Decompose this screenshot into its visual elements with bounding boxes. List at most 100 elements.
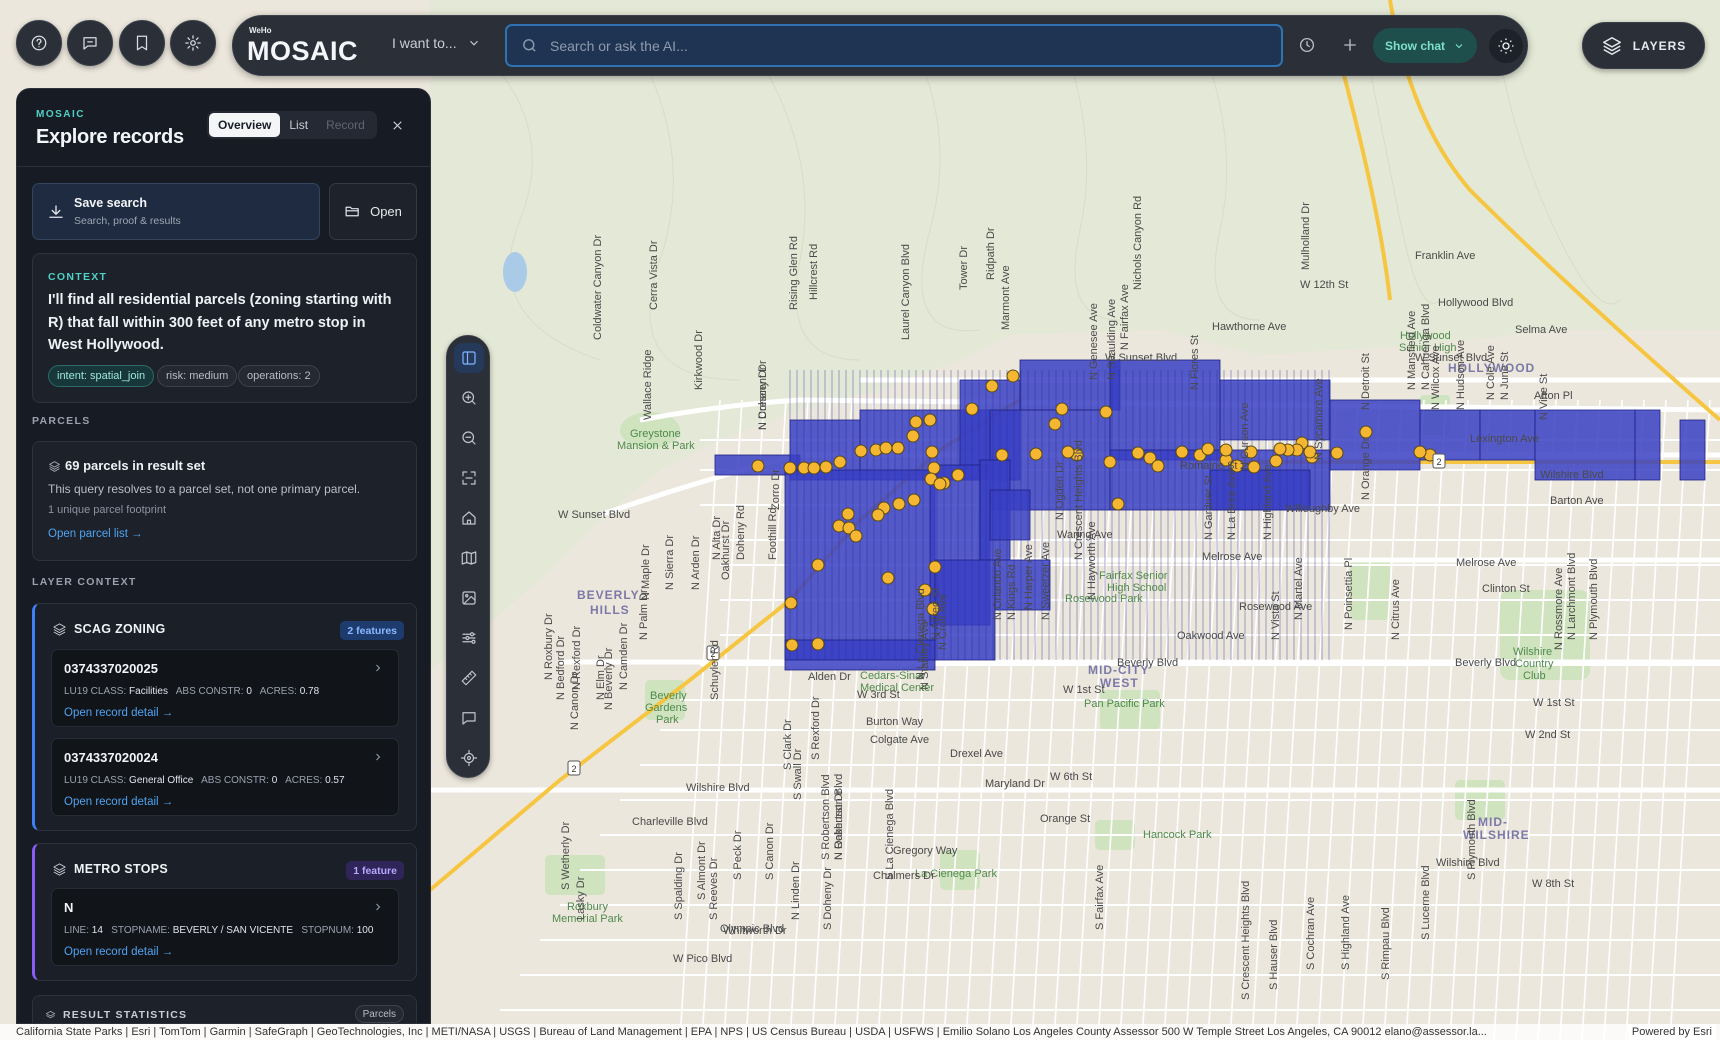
metro-stop-marker <box>1330 446 1344 460</box>
locate-tool[interactable] <box>454 743 484 773</box>
map-label-street: N June St <box>1499 351 1511 400</box>
filter-tool[interactable] <box>454 623 484 653</box>
map-attribution: California State Parks | Esri | TomTom |… <box>0 1024 1720 1040</box>
zoom-in-tool[interactable] <box>454 383 484 413</box>
metro-record[interactable]: N LINE: 14 STOPNAME: BEVERLY / SAN VICEN… <box>51 888 399 966</box>
map-label-street: W 1st St <box>1533 697 1575 709</box>
map-label-park: Roxbury <box>567 901 608 913</box>
zoning-record[interactable]: 0374337020025 LU19 CLASS: Facilities ABS… <box>51 649 399 727</box>
bookmark-icon <box>136 35 148 51</box>
bookmarks-button[interactable] <box>119 20 165 66</box>
help-button[interactable] <box>16 20 62 66</box>
map-label-street: N Spaulding Ave <box>1106 298 1118 380</box>
zoning-record[interactable]: 0374337020024 LU19 CLASS: General Office… <box>51 738 399 816</box>
sun-icon <box>1498 38 1514 54</box>
tab-list[interactable]: List <box>280 113 317 137</box>
metro-stop-marker <box>1099 405 1113 419</box>
open-label: Open <box>370 204 402 219</box>
metro-stops-card: METRO STOPS 1 feature N LINE: 14 STOPNAM… <box>32 843 417 981</box>
open-search-button[interactable]: Open <box>329 183 417 240</box>
parcels-count: 69 parcels in result set <box>65 458 206 473</box>
parcels-card: 69 parcels in result set This query reso… <box>32 441 417 561</box>
open-record-detail-link[interactable]: Open record detail → <box>64 796 173 808</box>
map-label-street: N La Brea Ave <box>1226 469 1238 540</box>
measure-tool[interactable] <box>454 663 484 693</box>
metro-stop-marker <box>871 508 885 522</box>
map-label-street: Tower Dr <box>958 245 970 290</box>
map-label-street: Laurel Canyon Blvd <box>900 243 912 340</box>
metro-stop-marker <box>854 444 868 458</box>
settings-button[interactable] <box>170 20 216 66</box>
tab-record[interactable]: Record <box>317 113 374 137</box>
imagery-tool[interactable] <box>454 583 484 613</box>
map-label-street: N Detroit St <box>1360 353 1372 410</box>
open-parcel-list-link[interactable]: Open parcel list → <box>48 528 143 540</box>
map-label-street: Rising Glen Rd <box>788 236 800 310</box>
result-statistics-section[interactable]: RESULT STATISTICS Parcels <box>32 995 417 1023</box>
map-label-street: N Sweetzer Ave <box>1040 541 1052 620</box>
metro-stop-marker <box>1273 442 1287 456</box>
map-label-street: Marmont Ave <box>1000 265 1012 330</box>
new-query-button[interactable] <box>1337 32 1363 58</box>
locate-icon <box>460 749 478 767</box>
gear-icon <box>185 35 201 51</box>
map-label-street: Gregory Way <box>893 845 958 857</box>
plus-icon <box>1344 39 1356 51</box>
fit-extent-tool[interactable] <box>454 463 484 493</box>
map-label-street: W 1st St <box>1063 684 1105 696</box>
map-label-street: S Swall Dr <box>792 748 804 800</box>
feedback-button[interactable] <box>67 20 113 66</box>
map-label-street: N Orange Dr <box>1360 437 1372 500</box>
theme-toggle-button[interactable] <box>1489 29 1523 63</box>
metro-stop-marker <box>907 493 921 507</box>
metro-stop-marker <box>1029 447 1043 461</box>
search-box[interactable] <box>505 24 1283 67</box>
reservoir <box>503 252 527 292</box>
map-label-street: Ridpath Dr <box>985 227 997 280</box>
close-panel-button[interactable] <box>387 115 407 135</box>
map-label-park: Hancock Park <box>1143 829 1212 841</box>
open-record-detail-link[interactable]: Open record detail → <box>64 707 173 719</box>
metro-stop-marker <box>1151 459 1165 473</box>
map-label-street: N Wilcox Ave <box>1430 345 1442 410</box>
tab-overview[interactable]: Overview <box>209 113 281 137</box>
map-label-street: N Hayworth Ave <box>1086 521 1098 600</box>
powered-by-esri[interactable]: Powered by Esri <box>1627 1024 1716 1040</box>
layer-context-label: LAYER CONTEXT <box>32 576 137 588</box>
app-logo[interactable]: WeHo MOSAIC <box>247 26 365 66</box>
toggle-panel-tool[interactable] <box>454 343 484 373</box>
map-label-street: Lasky Dr <box>575 876 587 920</box>
history-button[interactable] <box>1294 32 1320 58</box>
save-search-button[interactable]: Save search Search, proof & results <box>32 183 320 240</box>
record-id: 0374337020025 <box>64 661 158 676</box>
map-label-street: Mulholland Dr <box>1300 202 1312 270</box>
basemap-icon <box>461 551 477 565</box>
map-label-street: Wilshire Blvd <box>1540 469 1604 481</box>
metro-stop-marker <box>1413 445 1427 459</box>
open-record-detail-link[interactable]: Open record detail → <box>64 946 173 958</box>
show-chat-label: Show chat <box>1384 38 1445 53</box>
metro-stop-marker <box>1359 425 1373 439</box>
zoom-out-tool[interactable] <box>454 423 484 453</box>
show-chat-button[interactable]: Show chat <box>1373 28 1477 63</box>
metro-stop-marker <box>751 459 765 473</box>
metro-stop-marker <box>923 413 937 427</box>
home-tool[interactable] <box>454 503 484 533</box>
map-label-street: Lexington Ave <box>1470 433 1539 445</box>
metro-stop-marker <box>995 448 1009 462</box>
search-input[interactable] <box>550 37 1250 54</box>
intent-menu[interactable]: I want to... <box>392 35 481 51</box>
metro-stop-marker <box>1111 497 1125 511</box>
metro-stop-marker <box>1103 455 1117 469</box>
map-label-street: N Roxbury Dr <box>543 613 555 680</box>
map-label-street: Hawthorne Ave <box>1212 321 1287 333</box>
map-label-street: N Poinsettia Pl <box>1343 557 1355 630</box>
metro-stop-marker <box>925 445 939 459</box>
comment-tool[interactable] <box>454 703 484 733</box>
record-meta: LINE: 14 STOPNAME: BEVERLY / SAN VICENTE… <box>64 925 374 936</box>
map-label-street: Barton Ave <box>1550 495 1604 507</box>
result-statistics-badge: Parcels <box>354 1005 404 1023</box>
layers-button[interactable]: LAYERS <box>1582 22 1705 69</box>
map-label-park: Country <box>1515 658 1554 670</box>
basemap-tool[interactable] <box>454 543 484 573</box>
